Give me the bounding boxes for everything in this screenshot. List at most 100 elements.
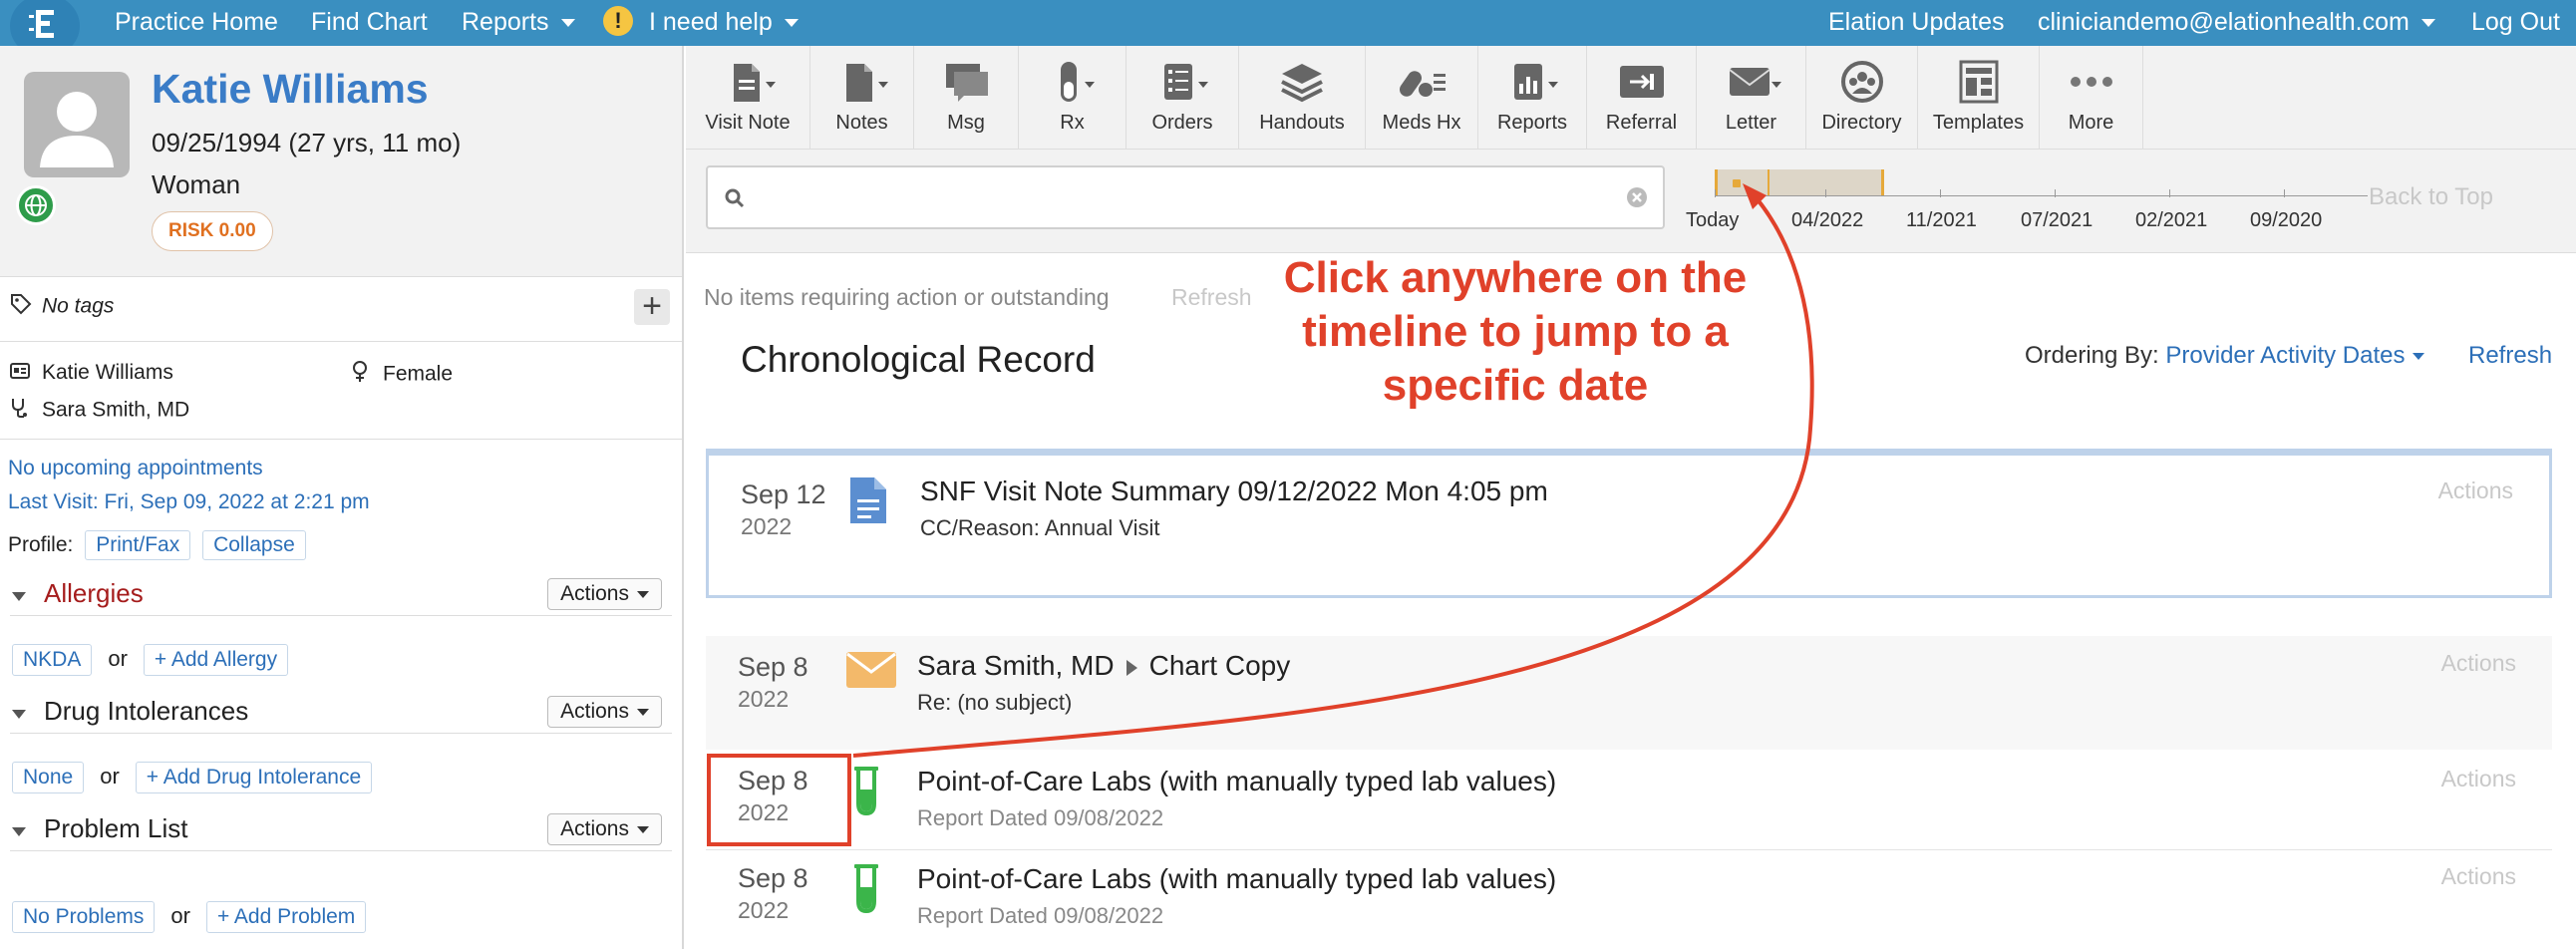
envelope-icon <box>845 650 897 695</box>
add-problem-button[interactable]: + Add Problem <box>205 901 367 933</box>
nav-practice-home[interactable]: Practice Home <box>115 0 278 46</box>
record-actions-link[interactable]: Actions <box>2441 766 2516 792</box>
patient-dob: 09/25/1994 (27 yrs, 11 mo) <box>152 128 462 158</box>
nav-elation-updates[interactable]: Elation Updates <box>1828 0 2005 46</box>
tags-label: No tags <box>42 294 115 318</box>
nav-logout[interactable]: Log Out <box>2471 0 2560 46</box>
record-item[interactable]: Sep 12 2022 SNF Visit Note Summary 09/12… <box>706 449 2552 598</box>
add-allergy-button[interactable]: + Add Allergy <box>143 644 289 676</box>
drug-intolerances-actions-button[interactable]: Actions <box>547 696 662 728</box>
nav-reports-menu[interactable]: Reports <box>462 0 575 46</box>
no-problems-chip[interactable]: No Problems <box>12 901 156 933</box>
record-item[interactable]: Sep 8 2022 Sara Smith, MD Chart Copy Re: … <box>706 636 2552 750</box>
toolbar-directory-button[interactable]: Directory <box>1806 46 1918 150</box>
record-title[interactable]: Point-of-Care Labs (with manually typed … <box>917 863 1556 895</box>
timeline-label[interactable]: 07/2021 <box>2021 209 2093 232</box>
record-title[interactable]: Point-of-Care Labs (with manually typed … <box>917 766 1556 797</box>
toolbar-visit-note-button[interactable]: Visit Note <box>686 46 810 150</box>
nkda-chip[interactable]: NKDA <box>12 644 93 676</box>
record-refresh-link[interactable]: Refresh <box>2468 342 2552 370</box>
toolbar-label: Visit Note <box>705 112 791 134</box>
nav-find-chart[interactable]: Find Chart <box>311 0 428 46</box>
print-fax-button[interactable]: Print/Fax <box>85 530 191 560</box>
meds-history-icon <box>1366 60 1477 106</box>
search-and-timeline-bar: Today 04/2022 11/2021 07/2021 02/2021 09… <box>686 150 2576 253</box>
toolbar-label: Templates <box>1932 112 2025 134</box>
none-chip[interactable]: None <box>12 762 85 793</box>
toolbar-referral-button[interactable]: Referral <box>1587 46 1697 150</box>
allergies-section-header[interactable]: Allergies Actions <box>10 576 672 616</box>
toolbar-reports-button[interactable]: Reports <box>1478 46 1587 150</box>
toolbar-msg-button[interactable]: Msg <box>914 46 1019 150</box>
timeline-marker <box>1768 169 1770 195</box>
toolbar-label: Directory <box>1821 112 1902 134</box>
drug-intolerances-section-header[interactable]: Drug Intolerances Actions <box>10 694 672 734</box>
collapse-triangle-icon[interactable] <box>12 592 26 601</box>
collapse-button[interactable]: Collapse <box>202 530 306 560</box>
id-card-icon <box>10 361 32 385</box>
record-title[interactable]: SNF Visit Note Summary 09/12/2022 Mon 4:… <box>920 475 1548 507</box>
globe-icon <box>16 185 56 225</box>
timeline-range-highlight[interactable] <box>1715 169 1884 195</box>
patient-name[interactable]: Katie Williams <box>152 66 429 113</box>
timeline-axis[interactable] <box>1715 195 2368 196</box>
add-drug-intolerance-button[interactable]: + Add Drug Intolerance <box>135 762 373 793</box>
tag-icon <box>10 293 32 321</box>
timeline-tick <box>2284 189 2285 197</box>
problem-list-section-header[interactable]: Problem List Actions <box>10 811 672 851</box>
record-date: Sep 8 <box>738 652 808 682</box>
toolbar-notes-button[interactable]: Notes <box>810 46 914 150</box>
toolbar-rx-button[interactable]: Rx <box>1019 46 1127 150</box>
referral-icon <box>1587 60 1696 106</box>
nav-help-menu[interactable]: ! I need help <box>603 0 799 46</box>
record-item[interactable]: Sep 8 2022 Point-of-Care Labs (with manu… <box>706 851 2552 949</box>
timeline-label[interactable]: 04/2022 <box>1791 209 1863 232</box>
record-actions-link[interactable]: Actions <box>2441 650 2516 677</box>
ordering-selector[interactable]: Ordering By: Provider Activity Dates <box>2025 342 2425 370</box>
allergies-actions-button[interactable]: Actions <box>547 578 662 610</box>
actions-label: Actions <box>560 582 629 605</box>
provider-name: Sara Smith, MD <box>42 398 190 422</box>
record-actions-link[interactable]: Actions <box>2438 477 2513 504</box>
collapse-triangle-icon[interactable] <box>12 710 26 719</box>
timeline-label[interactable]: 11/2021 <box>1906 209 1977 232</box>
back-to-top-link[interactable]: Back to Top <box>2369 183 2493 211</box>
patient-sex: Female <box>383 362 454 386</box>
toolbar-more-button[interactable]: More <box>2040 46 2143 150</box>
chart-search-input[interactable] <box>706 165 1665 229</box>
collapse-triangle-icon[interactable] <box>12 827 26 836</box>
female-icon <box>351 361 373 389</box>
toolbar-letter-button[interactable]: Letter <box>1697 46 1806 150</box>
toolbar-orders-button[interactable]: Orders <box>1127 46 1239 150</box>
avatar[interactable] <box>24 72 130 177</box>
profile-label: Profile: <box>8 533 74 556</box>
toolbar-meds-hx-button[interactable]: Meds Hx <box>1366 46 1478 150</box>
record-subtitle: CC/Reason: Annual Visit <box>920 515 1160 540</box>
patient-gender-identity: Woman <box>152 169 241 199</box>
timeline-marker <box>1733 179 1741 187</box>
record-title[interactable]: Sara Smith, MD Chart Copy <box>917 650 1290 682</box>
last-visit-link[interactable]: Last Visit: Fri, Sep 09, 2022 at 2:21 pm <box>8 490 370 514</box>
toolbar-label: Rx <box>1060 112 1085 134</box>
timeline-label-today[interactable]: Today <box>1686 209 1739 232</box>
add-tag-button[interactable]: + <box>634 289 670 325</box>
nav-account-menu[interactable]: cliniciandemo@elationhealth.com <box>2038 0 2435 46</box>
chevron-down-icon <box>2413 353 2425 361</box>
status-refresh-link[interactable]: Refresh <box>1171 284 1252 311</box>
risk-badge[interactable]: RISK 0.00 <box>152 211 273 251</box>
search-icon <box>724 187 746 214</box>
clear-search-icon[interactable] <box>1625 185 1649 214</box>
divider <box>0 439 682 440</box>
problem-list-actions-button[interactable]: Actions <box>547 813 662 845</box>
top-nav-bar: Practice Home Find Chart Reports ! I need… <box>0 0 2576 58</box>
upcoming-appointments-link[interactable]: No upcoming appointments <box>8 457 263 480</box>
timeline-label[interactable]: 09/2020 <box>2250 209 2322 232</box>
chevron-down-icon <box>637 590 649 598</box>
toolbar-handouts-button[interactable]: Handouts <box>1239 46 1366 150</box>
document-icon <box>848 475 888 530</box>
record-actions-link[interactable]: Actions <box>2441 863 2516 890</box>
toolbar-templates-button[interactable]: Templates <box>1918 46 2040 150</box>
timeline-label[interactable]: 02/2021 <box>2135 209 2207 232</box>
ordering-value[interactable]: Provider Activity Dates <box>2165 342 2405 369</box>
record-item[interactable]: Sep 8 2022 Point-of-Care Labs (with manu… <box>706 752 2552 849</box>
